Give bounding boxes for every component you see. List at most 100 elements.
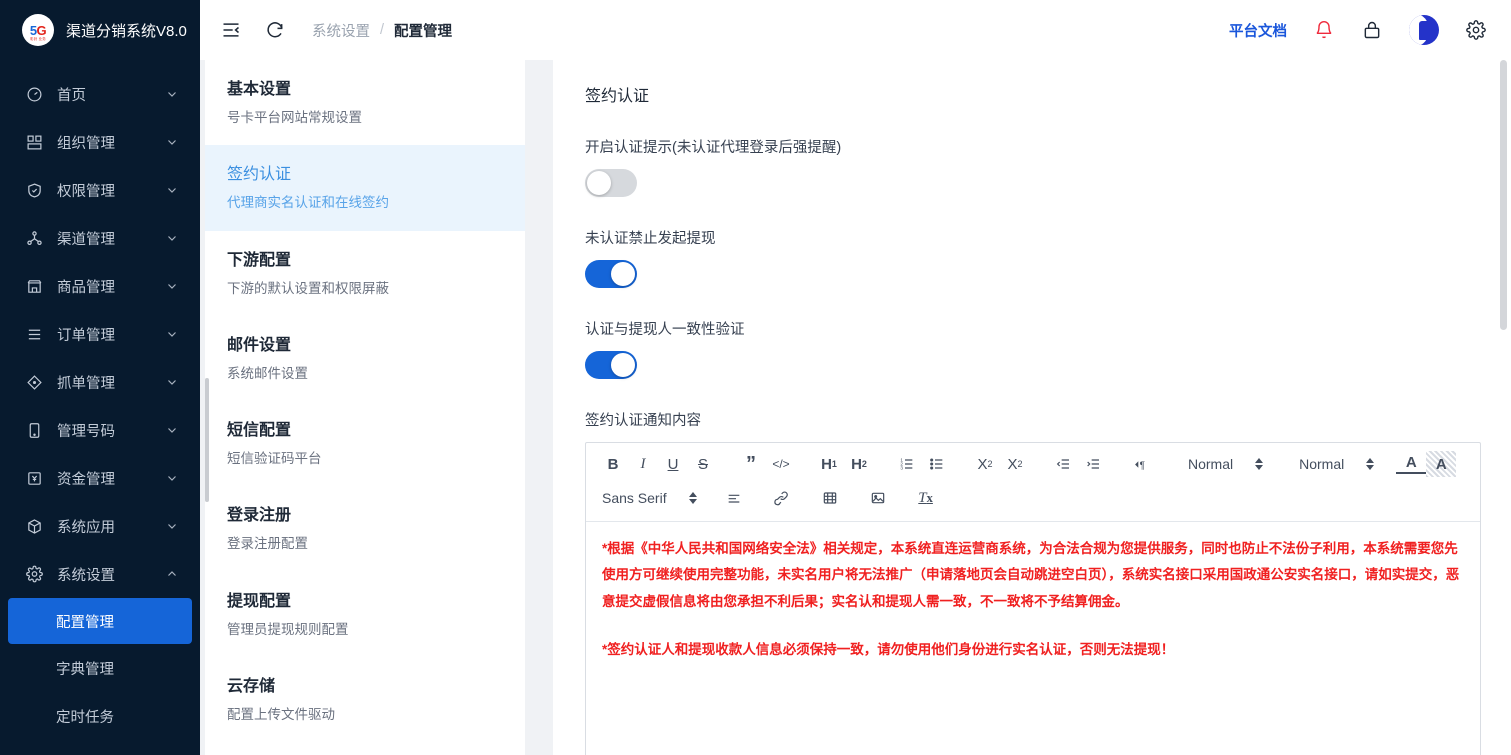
editor-paragraph-1: *根据《中华人民共和国网络安全法》相关规定，本系统直连运营商系统，为合法合规为您… [602,536,1464,615]
refresh-icon[interactable] [264,19,286,41]
heading-1-icon[interactable]: H1 [814,451,844,477]
settings-item-title: 签约认证 [227,163,503,187]
chevron-updown-icon [1366,458,1374,470]
text-direction-icon[interactable]: ¶ [1126,451,1156,477]
phone-icon [26,422,43,439]
toggle-auth-reminder[interactable] [585,169,637,197]
subscript-digit: 2 [988,459,993,469]
heading-2-icon[interactable]: H2 [844,451,874,477]
sidebar-item-system-apps[interactable]: 系统应用 [0,502,200,550]
outdent-icon[interactable] [1048,451,1078,477]
superscript-icon[interactable]: X2 [1000,451,1030,477]
field-identity-match: 认证与提现人一致性验证 [585,318,1481,379]
settings-item-title: 下游配置 [227,249,503,273]
platform-docs-link[interactable]: 平台文档 [1229,20,1287,41]
image-icon[interactable] [863,485,893,511]
breadcrumb-parent[interactable]: 系统设置 [312,20,370,41]
menu-collapse-icon[interactable] [220,19,242,41]
font-family-select[interactable]: Sans Serif [598,485,701,511]
settings-list-scrollbar[interactable] [205,378,209,502]
bullet-list-icon[interactable] [922,451,952,477]
link-icon[interactable] [767,485,797,511]
toggle-block-withdrawal[interactable] [585,260,637,288]
subscript-icon[interactable]: X2 [970,451,1000,477]
chevron-down-icon [166,520,178,532]
sidebar-item-config-management[interactable]: 配置管理 [8,598,192,644]
rich-text-editor: B I U S ” </> H1 H2 123 X2 X2 [585,442,1481,755]
settings-item-title: 云存储 [227,675,503,699]
breadcrumb: 系统设置 / 配置管理 [312,20,452,41]
chevron-down-icon [166,472,178,484]
sidebar-item-home[interactable]: 首页 [0,70,200,118]
h1-digit: 1 [832,459,837,469]
header-select[interactable]: Normal [1295,451,1378,477]
topbar-right-group: 平台文档 [1229,15,1487,45]
field-label: 未认证禁止发起提现 [585,227,1481,248]
settings-item-desc: 下游的默认设置和权限屏蔽 [227,279,503,299]
topbar-left-group: 系统设置 / 配置管理 [220,19,452,41]
sidebar-item-system-settings[interactable]: 系统设置 [0,550,200,598]
sidebar-item-funds[interactable]: 资金管理 [0,454,200,502]
sidebar-item-dictionary-management[interactable]: 字典管理 [0,644,200,692]
panel-scrollbar[interactable] [1500,60,1507,330]
underline-icon[interactable]: U [658,451,688,477]
settings-item-withdrawal[interactable]: 提现配置 管理员提现规则配置 [205,572,525,657]
sidebar-label-products: 商品管理 [57,276,152,297]
sidebar-item-permissions[interactable]: 权限管理 [0,166,200,214]
logo-5: 5 [30,23,37,38]
breadcrumb-separator: / [380,22,384,38]
size-select[interactable]: Normal [1184,451,1267,477]
chevron-updown-icon [1255,458,1263,470]
settings-item-geolocation[interactable]: 地理位置 配置地理位置工具 [205,742,525,755]
italic-icon[interactable]: I [628,451,658,477]
chevron-down-icon [166,328,178,340]
settings-item-signing-auth[interactable]: 签约认证 代理商实名认证和在线签约 [205,145,525,230]
sidebar-label-channel: 渠道管理 [57,228,152,249]
yuan-card-icon [26,470,43,487]
toggle-identity-match[interactable] [585,351,637,379]
superscript-digit: 2 [1018,459,1023,469]
settings-gear-icon[interactable] [1465,19,1487,41]
top-bar: 系统设置 / 配置管理 平台文档 [200,0,1511,60]
bell-icon[interactable] [1313,19,1335,41]
settings-item-cloud-storage[interactable]: 云存储 配置上传文件驱动 [205,657,525,742]
sidebar-label-organization: 组织管理 [57,132,152,153]
settings-item-login-register[interactable]: 登录注册 登录注册配置 [205,486,525,571]
lock-icon[interactable] [1361,19,1383,41]
indent-icon[interactable] [1078,451,1108,477]
superscript-letter: X [1007,456,1017,473]
ordered-list-icon[interactable]: 123 [892,451,922,477]
sidebar-item-products[interactable]: 商品管理 [0,262,200,310]
content-area: 基本设置 号卡平台网站常规设置 签约认证 代理商实名认证和在线签约 下游配置 下… [200,60,1511,755]
shield-check-icon [26,182,43,199]
sidebar-item-scheduled-tasks[interactable]: 定时任务 [0,692,200,740]
user-avatar[interactable] [1409,15,1439,45]
blockquote-icon[interactable]: ” [736,451,766,477]
logo-subtext: 彩铃 业务 [22,37,54,42]
settings-item-email[interactable]: 邮件设置 系统邮件设置 [205,316,525,401]
settings-item-title: 登录注册 [227,504,503,528]
strikethrough-icon[interactable]: S [688,451,718,477]
sidebar-item-grab-orders[interactable]: 抓单管理 [0,358,200,406]
sidebar-label-numbers: 管理号码 [57,420,152,441]
code-block-icon[interactable]: </> [766,451,796,477]
background-color-icon[interactable]: A [1426,451,1456,477]
video-icon[interactable] [815,485,845,511]
settings-item-title: 基本设置 [227,78,503,102]
settings-item-downstream[interactable]: 下游配置 下游的默认设置和权限屏蔽 [205,231,525,316]
sidebar-item-orders[interactable]: 订单管理 [0,310,200,358]
editor-content[interactable]: *根据《中华人民共和国网络安全法》相关规定，本系统直连运营商系统，为合法合规为您… [586,522,1480,755]
chevron-down-icon [166,88,178,100]
settings-item-sms[interactable]: 短信配置 短信验证码平台 [205,401,525,486]
sidebar-item-channel[interactable]: 渠道管理 [0,214,200,262]
sidebar-item-organization[interactable]: 组织管理 [0,118,200,166]
clear-format-icon[interactable]: Tx [911,485,941,511]
font-color-icon[interactable]: A [1396,454,1426,474]
sidebar-label-system-settings: 系统设置 [57,564,152,585]
sidebar-item-numbers[interactable]: 管理号码 [0,406,200,454]
size-select-value: Normal [1188,456,1233,472]
align-icon[interactable] [719,485,749,511]
bold-icon[interactable]: B [598,451,628,477]
settings-item-basic[interactable]: 基本设置 号卡平台网站常规设置 [205,60,525,145]
brand-logo[interactable]: 5G 彩铃 业务 渠道分销系统V8.0 [0,0,200,60]
